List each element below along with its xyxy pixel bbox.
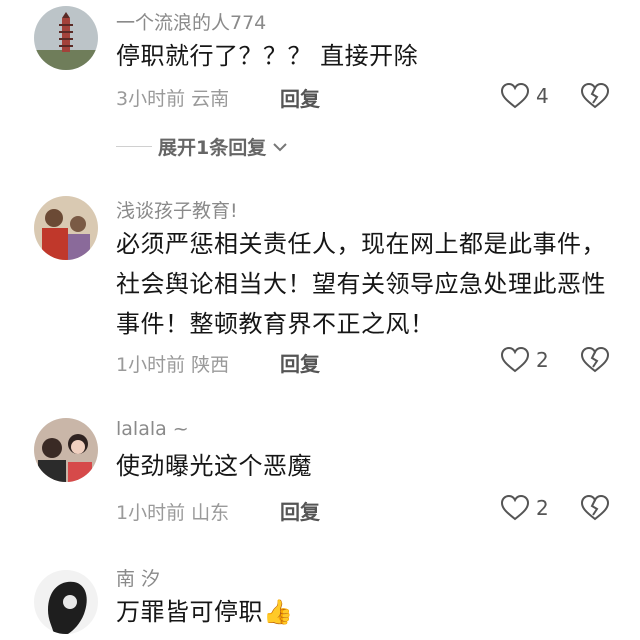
like-button[interactable]: 4 bbox=[500, 82, 549, 110]
divider bbox=[116, 146, 152, 147]
heart-icon bbox=[500, 346, 530, 373]
chevron-down-icon bbox=[273, 142, 287, 151]
comment-time: 1小时前 bbox=[116, 354, 186, 376]
avatar[interactable] bbox=[34, 6, 98, 70]
comment-location: 云南 bbox=[191, 88, 230, 110]
like-button[interactable]: 2 bbox=[500, 346, 549, 374]
comment-location: 山东 bbox=[191, 502, 230, 524]
broken-heart-icon bbox=[580, 82, 610, 109]
comment-location: 陕西 bbox=[191, 354, 230, 376]
username[interactable]: lalala ~ bbox=[116, 418, 189, 440]
expand-replies-button[interactable]: 展开1条回复 bbox=[116, 133, 288, 160]
comment-meta: 3小时前 云南 bbox=[116, 84, 229, 111]
sketch-avatar-icon bbox=[34, 570, 98, 634]
reply-button[interactable]: 回复 bbox=[280, 83, 320, 112]
comment-text: 必须严惩相关责任人，现在网上都是此事件，社会舆论相当大！望有关领导应急处理此恶性… bbox=[116, 230, 606, 338]
dislike-button[interactable] bbox=[580, 82, 610, 114]
avatar[interactable] bbox=[34, 418, 98, 482]
avatar[interactable] bbox=[34, 196, 98, 260]
pagoda-avatar-icon bbox=[34, 6, 98, 70]
reply-button[interactable]: 回复 bbox=[280, 348, 320, 377]
girl-avatar-icon bbox=[34, 418, 98, 482]
thumbs-up-emoji: 👍 bbox=[263, 598, 294, 626]
comment-meta: 1小时前 陕西 bbox=[116, 350, 229, 377]
comment-time: 1小时前 bbox=[116, 502, 186, 524]
dislike-button[interactable] bbox=[580, 494, 610, 526]
people-avatar-icon bbox=[34, 196, 98, 260]
avatar[interactable] bbox=[34, 570, 98, 634]
comment-text: 万罪皆可停职👍 bbox=[116, 592, 616, 632]
expand-replies-label: 展开1条回复 bbox=[158, 137, 267, 159]
broken-heart-icon bbox=[580, 346, 610, 373]
like-count: 2 bbox=[536, 348, 549, 372]
username[interactable]: 一个流浪的人774 bbox=[116, 8, 266, 35]
comment-text: 停职就行了？？？ 直接开除 bbox=[116, 42, 419, 70]
username[interactable]: 浅谈孩子教育! bbox=[116, 196, 238, 223]
comment-meta: 1小时前 山东 bbox=[116, 498, 229, 525]
reply-button[interactable]: 回复 bbox=[280, 496, 320, 525]
like-count: 2 bbox=[536, 496, 549, 520]
heart-icon bbox=[500, 82, 530, 109]
like-button[interactable]: 2 bbox=[500, 494, 549, 522]
username[interactable]: 南 汐 bbox=[116, 564, 160, 591]
comment-text-body: 万罪皆可停职 bbox=[116, 598, 263, 626]
like-count: 4 bbox=[536, 84, 549, 108]
heart-icon bbox=[500, 494, 530, 521]
broken-heart-icon bbox=[580, 494, 610, 521]
comment-time: 3小时前 bbox=[116, 88, 186, 110]
comment-text: 使劲曝光这个恶魔 bbox=[116, 452, 312, 480]
dislike-button[interactable] bbox=[580, 346, 610, 378]
